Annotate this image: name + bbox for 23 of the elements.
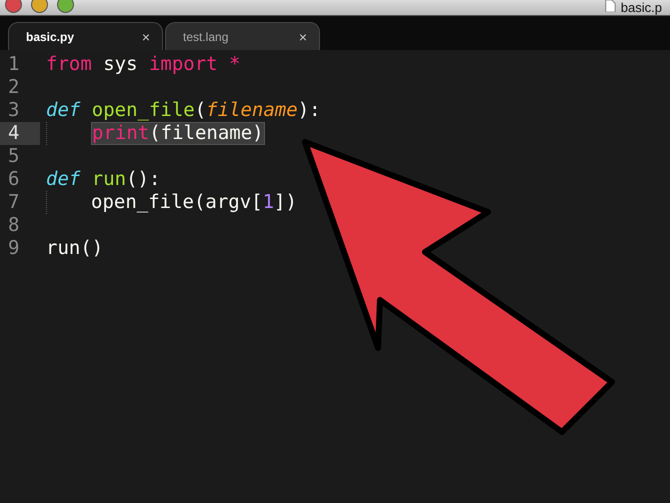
- code-line: run(): [46, 238, 104, 259]
- zoom-button[interactable]: [57, 0, 74, 13]
- close-tab-button[interactable]: ×: [142, 28, 150, 44]
- line-number: 8: [7, 214, 20, 237]
- line-number: 9: [7, 237, 20, 260]
- line-number: 7: [7, 191, 20, 214]
- line-number: 2: [7, 76, 20, 99]
- line-number: 6: [7, 168, 20, 191]
- line-number: 1: [7, 53, 20, 76]
- code-line: from sys import *: [46, 54, 240, 75]
- tab[interactable]: basic.py ×: [8, 22, 163, 50]
- document-icon: [604, 0, 616, 12]
- close-button[interactable]: [5, 0, 22, 13]
- line-number: 5: [7, 145, 20, 168]
- close-tab-button[interactable]: ×: [298, 28, 307, 44]
- line-number: 4: [0, 122, 40, 145]
- code-line: open_file(argv[1]): [91, 192, 297, 213]
- code-line: def open_file(filename):: [46, 100, 321, 121]
- code-line: def run():: [46, 169, 160, 190]
- line-number: 3: [7, 99, 20, 122]
- tab[interactable]: test.lang ×: [165, 22, 320, 50]
- minimize-button[interactable]: [31, 0, 48, 13]
- window-title: basic.p: [620, 0, 663, 15]
